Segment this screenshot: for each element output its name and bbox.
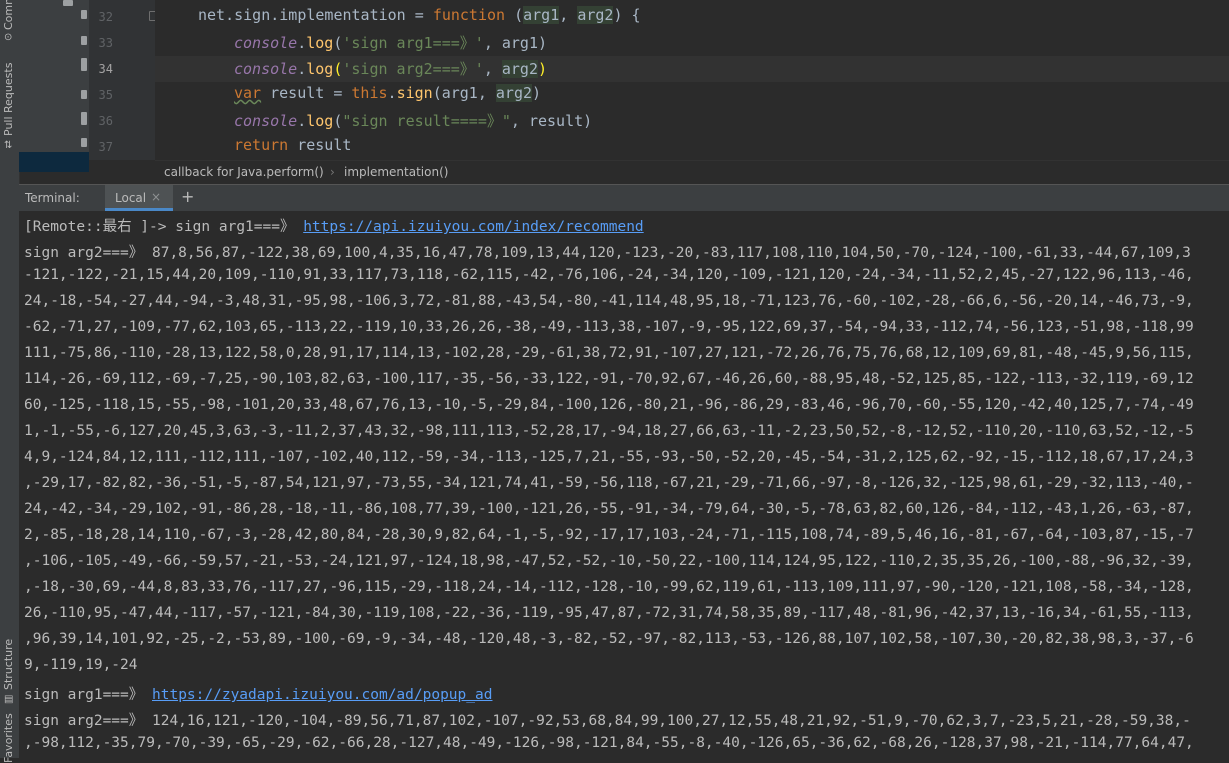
folder-icon[interactable] <box>63 0 73 6</box>
close-icon[interactable]: × <box>151 190 161 204</box>
terminal-tab-bar: Terminal: Local × + <box>19 184 1229 212</box>
terminal-line: sign arg2===》 87,8,56,87,-122,38,69,100,… <box>24 245 1191 261</box>
commit-tool-tab[interactable]: Commit ⊙ <box>0 0 19 46</box>
breadcrumb-item-implementation[interactable]: implementation() <box>344 165 448 179</box>
code-line-36: console.log("sign result====》", result) <box>234 112 593 130</box>
left-tool-strip: Commit ⊙ Pull Requests ⇅ Structure ▤ Fav… <box>0 0 20 763</box>
file-icon[interactable] <box>81 90 87 99</box>
terminal-line: 26,-110,95,-47,44,-117,-57,-121,-84,30,-… <box>24 605 1194 621</box>
file-icon[interactable] <box>81 36 87 45</box>
line-number: 35 <box>98 88 113 102</box>
line-number: 36 <box>98 114 113 128</box>
terminal-line: -121,-122,-21,15,44,20,109,-110,91,33,11… <box>24 267 1194 283</box>
breadcrumb-item-callback[interactable]: callback for Java.perform() <box>164 165 324 179</box>
editor-gutter: 32 33 34 35 36 37 <box>89 0 157 160</box>
terminal-label: Terminal: <box>25 191 80 205</box>
project-tree <box>19 0 89 172</box>
terminal-line: -62,-71,27,-109,-77,62,103,65,-113,22,-1… <box>24 319 1194 335</box>
structure-label: Structure <box>2 638 15 690</box>
code-line-37: return result <box>234 136 352 154</box>
file-icon[interactable] <box>81 138 87 147</box>
pull-requests-label: Pull Requests <box>2 62 15 136</box>
terminal-output[interactable]: [Remote::最右 ]-> sign arg1===》 https://ap… <box>19 211 1229 758</box>
pull-requests-tool-tab[interactable]: Pull Requests ⇅ <box>0 60 19 155</box>
terminal-line: sign arg1===》 https://zyadapi.izuiyou.co… <box>24 687 493 703</box>
structure-tool-tab[interactable]: Structure ▤ <box>0 630 19 710</box>
file-icon[interactable] <box>81 58 87 71</box>
terminal-line: 24,-18,-54,-27,44,-94,-3,48,31,-95,98,-1… <box>24 293 1194 309</box>
favorites-label: Favorites <box>2 713 15 763</box>
terminal-line: 60,-125,-118,15,-55,-98,-101,20,33,48,67… <box>24 397 1194 413</box>
terminal-line: 24,-42,-34,-29,102,-91,-86,28,-18,-11,-8… <box>24 501 1194 517</box>
favorites-tool-tab[interactable]: Favorites <box>0 713 19 763</box>
code-line-35: var result = this.sign(arg1, arg2) <box>234 84 542 102</box>
file-icon[interactable] <box>81 112 87 125</box>
terminal-line: sign arg2===》 124,16,121,-120,-104,-89,5… <box>24 713 1191 729</box>
line-number: 37 <box>98 140 113 154</box>
commit-tab-label: Commit <box>2 0 15 30</box>
terminal-line: ,96,39,14,101,92,-25,-2,-53,89,-100,-69,… <box>24 631 1194 647</box>
code-line-33: console.log('sign arg1===》', arg1) <box>234 34 548 52</box>
pull-request-icon: ⇅ <box>4 140 13 151</box>
breadcrumb: callback for Java.perform() › implementa… <box>155 160 1229 185</box>
terminal-line: ,-98,112,-35,79,-70,-39,-65,-29,-62,-66,… <box>24 735 1194 751</box>
terminal-line: [Remote::最右 ]-> sign arg1===》 https://ap… <box>24 219 644 235</box>
tab-local[interactable]: Local × <box>105 185 173 211</box>
line-number: 33 <box>98 36 113 50</box>
terminal-line: 4,9,-124,84,12,111,-112,111,-107,-102,40… <box>24 449 1194 465</box>
line-number: 34 <box>98 62 113 76</box>
terminal-line: ,-106,-105,-49,-66,-59,57,-21,-53,-24,12… <box>24 553 1194 569</box>
terminal-line: 9,-119,19,-24 <box>24 657 138 673</box>
terminal-line: ,-29,17,-82,82,-36,-51,-5,-87,54,121,97,… <box>24 475 1194 491</box>
line-number: 32 <box>98 10 113 24</box>
structure-icon: ▤ <box>4 694 14 705</box>
code-line-32: net.sign.implementation = function (arg1… <box>198 6 641 24</box>
commit-icon: ⊙ <box>4 32 13 43</box>
terminal-line: 111,-75,86,-110,-28,13,122,58,0,28,91,17… <box>24 345 1194 361</box>
tab-local-label: Local <box>115 191 147 205</box>
code-line-34: console.log('sign arg2===》', arg2) <box>234 60 548 78</box>
file-icon[interactable] <box>81 10 87 19</box>
terminal-line: 2,-85,-18,28,14,110,-67,-3,-28,42,80,84,… <box>24 527 1194 543</box>
terminal-line: ,-18,-30,69,-44,8,83,33,76,-117,27,-96,1… <box>24 579 1194 595</box>
selected-tree-row[interactable] <box>19 152 89 172</box>
terminal-line: 114,-26,-69,112,-69,-7,25,-90,103,82,63,… <box>24 371 1194 387</box>
new-tab-button[interactable]: + <box>181 187 194 206</box>
url-link[interactable]: https://api.izuiyou.com/index/recommend <box>303 219 643 235</box>
url-link[interactable]: https://zyadapi.izuiyou.com/ad/popup_ad <box>152 687 492 703</box>
terminal-line: 1,-1,-55,-6,127,20,45,3,63,-3,-11,2,37,4… <box>24 423 1194 439</box>
breadcrumb-separator: › <box>330 165 335 179</box>
